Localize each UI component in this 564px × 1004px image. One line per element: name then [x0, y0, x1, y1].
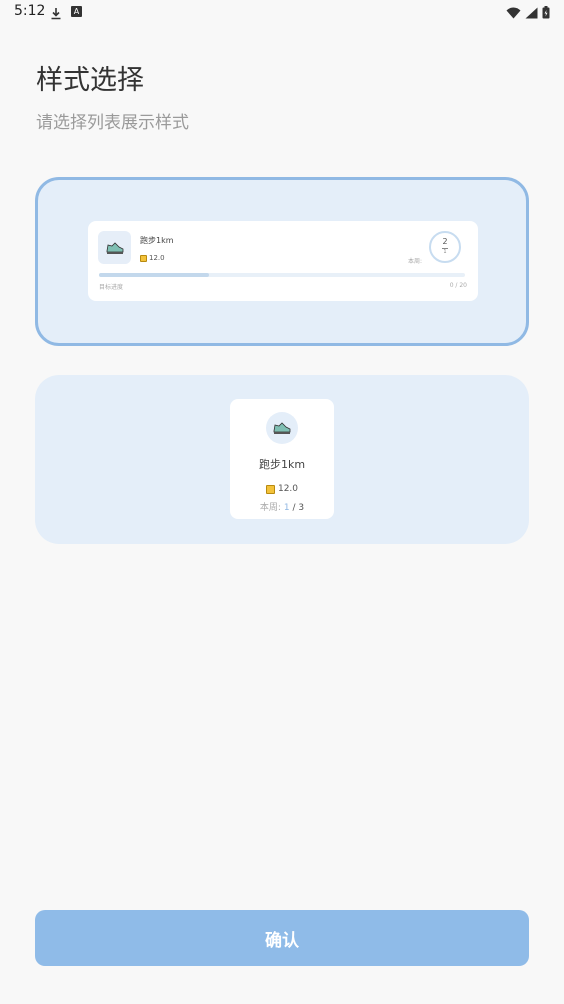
coin-reward: 12.0	[140, 254, 165, 262]
running-shoe-icon	[98, 231, 131, 264]
confirm-button[interactable]: 确认	[35, 910, 529, 966]
goal-label: 目标进度	[99, 284, 124, 291]
coin-reward: 12.0	[230, 484, 334, 494]
style-option-grid[interactable]: 跑步1km 12.0 本周: 1 / 3	[35, 375, 529, 544]
battery-icon	[542, 4, 550, 23]
week-current: 1	[283, 503, 290, 513]
goal-count: 0 / 20	[449, 282, 467, 289]
week-total: / 3	[292, 503, 305, 513]
coin-value: 12.0	[277, 484, 299, 494]
status-bar: 5:12 A	[0, 0, 564, 24]
goal-progress-fill	[99, 273, 209, 277]
goal-progress-bar	[99, 273, 465, 277]
task-name: 跑步1km	[258, 458, 306, 471]
app-notification-icon: A	[71, 6, 82, 17]
task-name: 跑步1km	[140, 236, 174, 245]
coin-icon	[265, 484, 275, 494]
style-option-list[interactable]: 跑步1km 12.0 本周: 2 1 目标进度 0 / 20	[35, 177, 529, 346]
coin-icon	[140, 254, 147, 262]
coin-value: 12.0	[149, 254, 165, 262]
running-shoe-icon	[266, 412, 298, 444]
week-label: 本周:	[408, 258, 423, 265]
week-progress: 本周: 1 / 3	[230, 500, 334, 513]
page-title: 样式选择	[36, 65, 144, 96]
ring-value-bottom: 1	[443, 249, 447, 255]
list-style-preview-card: 跑步1km 12.0 本周: 2 1 目标进度 0 / 20	[88, 221, 478, 301]
signal-icon	[525, 4, 538, 23]
status-time: 5:12	[14, 3, 46, 19]
week-label: 本周:	[259, 503, 281, 513]
grid-style-preview-card: 跑步1km 12.0 本周: 1 / 3	[230, 399, 334, 519]
ring-value-top: 2	[442, 237, 448, 246]
download-icon	[50, 5, 62, 24]
page-subtitle: 请选择列表展示样式	[36, 113, 189, 133]
wifi-icon	[506, 4, 521, 23]
week-progress-ring: 2 1	[429, 231, 461, 263]
